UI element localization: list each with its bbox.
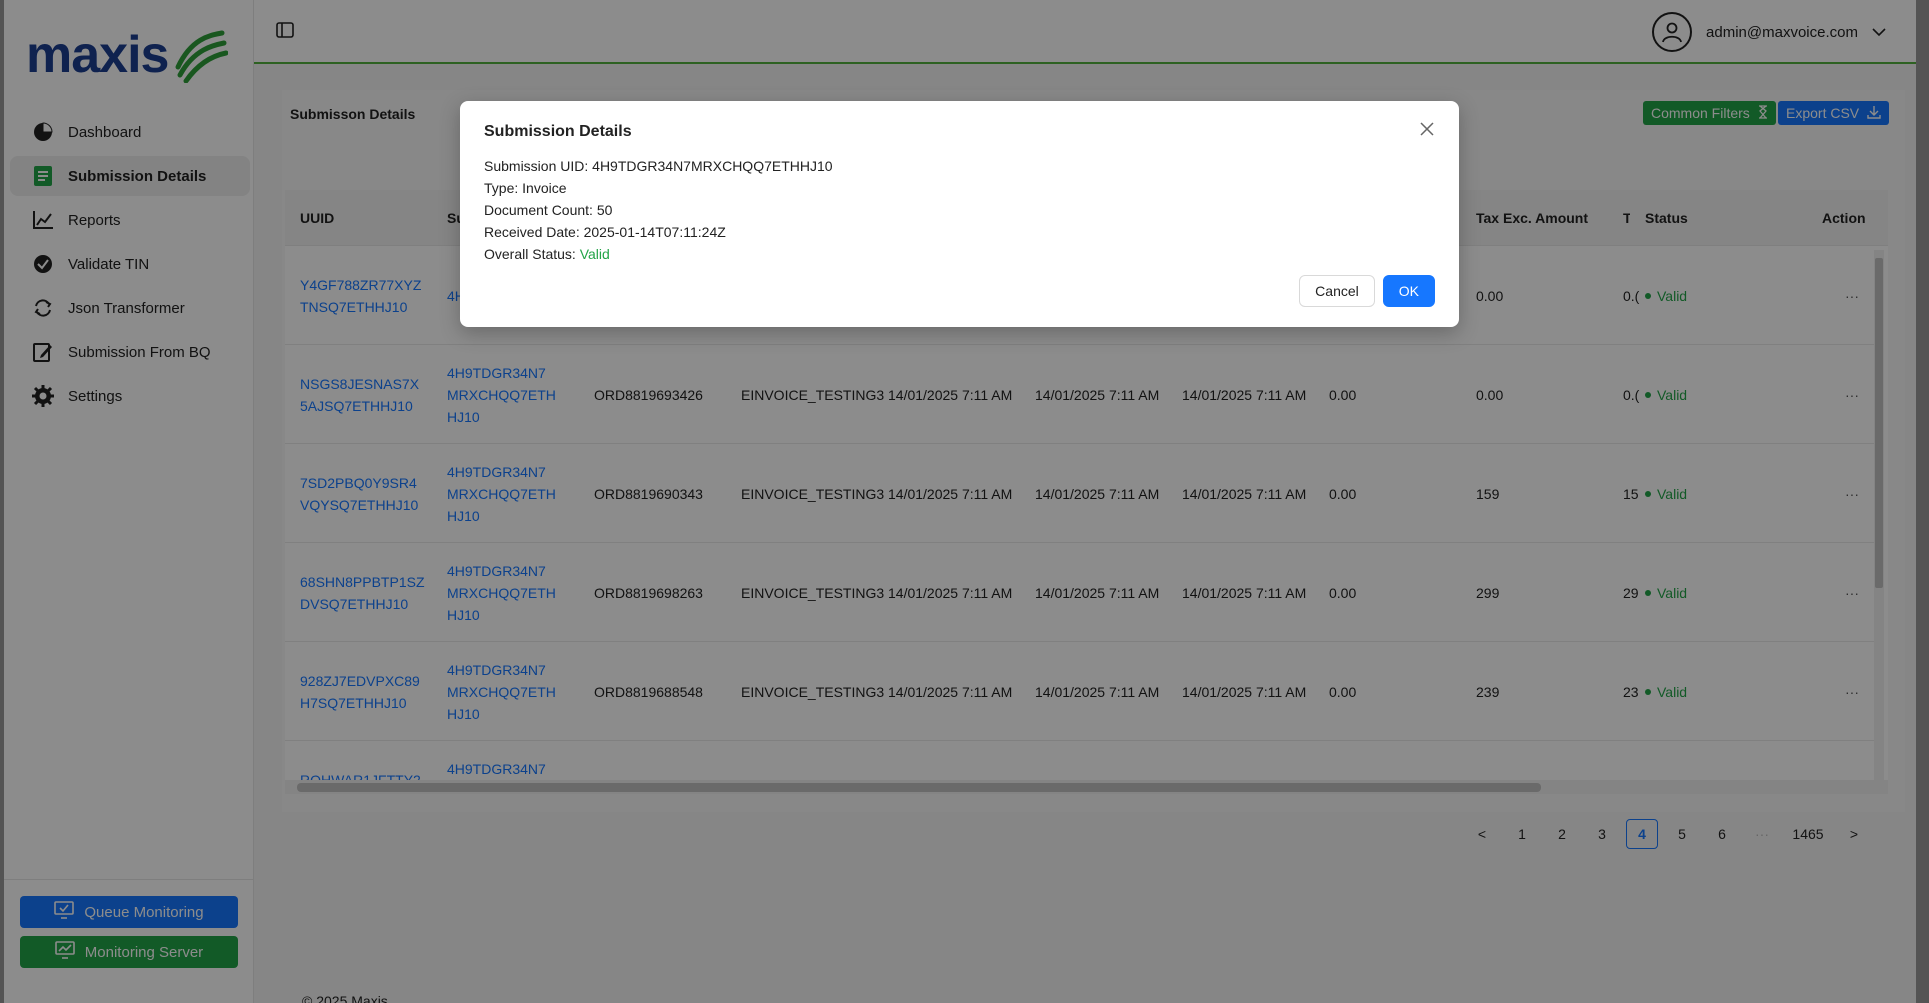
submission-uid-value: 4H9TDGR34N7MRXCHQQ7ETHHJ10 [592,158,833,174]
modal-footer: Cancel OK [1299,275,1435,307]
type-line: Type: Invoice [484,177,833,199]
submission-details-modal: Submission Details Submission UID: 4H9TD… [460,101,1459,327]
document-count-value: 50 [596,202,613,218]
received-date-line: Received Date: 2025-01-14T07:11:24Z [484,221,833,243]
document-count-line: Document Count: 50 [484,199,833,221]
cancel-button[interactable]: Cancel [1299,275,1375,307]
received-date-label: Received Date: [484,224,584,240]
type-value: Invoice [522,180,567,196]
type-label: Type: [484,180,523,196]
document-count-label: Document Count: [484,202,597,218]
received-date-value: 2025-01-14T07:11:24Z [583,224,726,240]
modal-body: Submission UID: 4H9TDGR34N7MRXCHQQ7ETHHJ… [484,155,833,265]
ok-button[interactable]: OK [1382,275,1435,307]
overall-status-value: Valid [579,246,610,262]
close-icon[interactable] [1417,119,1437,139]
overall-status-line: Overall Status: Valid [484,243,833,265]
submission-uid-line: Submission UID: 4H9TDGR34N7MRXCHQQ7ETHHJ… [484,155,833,177]
overall-status-label: Overall Status: [484,246,580,262]
modal-title: Submission Details [484,123,632,140]
submission-uid-label: Submission UID: [484,158,593,174]
